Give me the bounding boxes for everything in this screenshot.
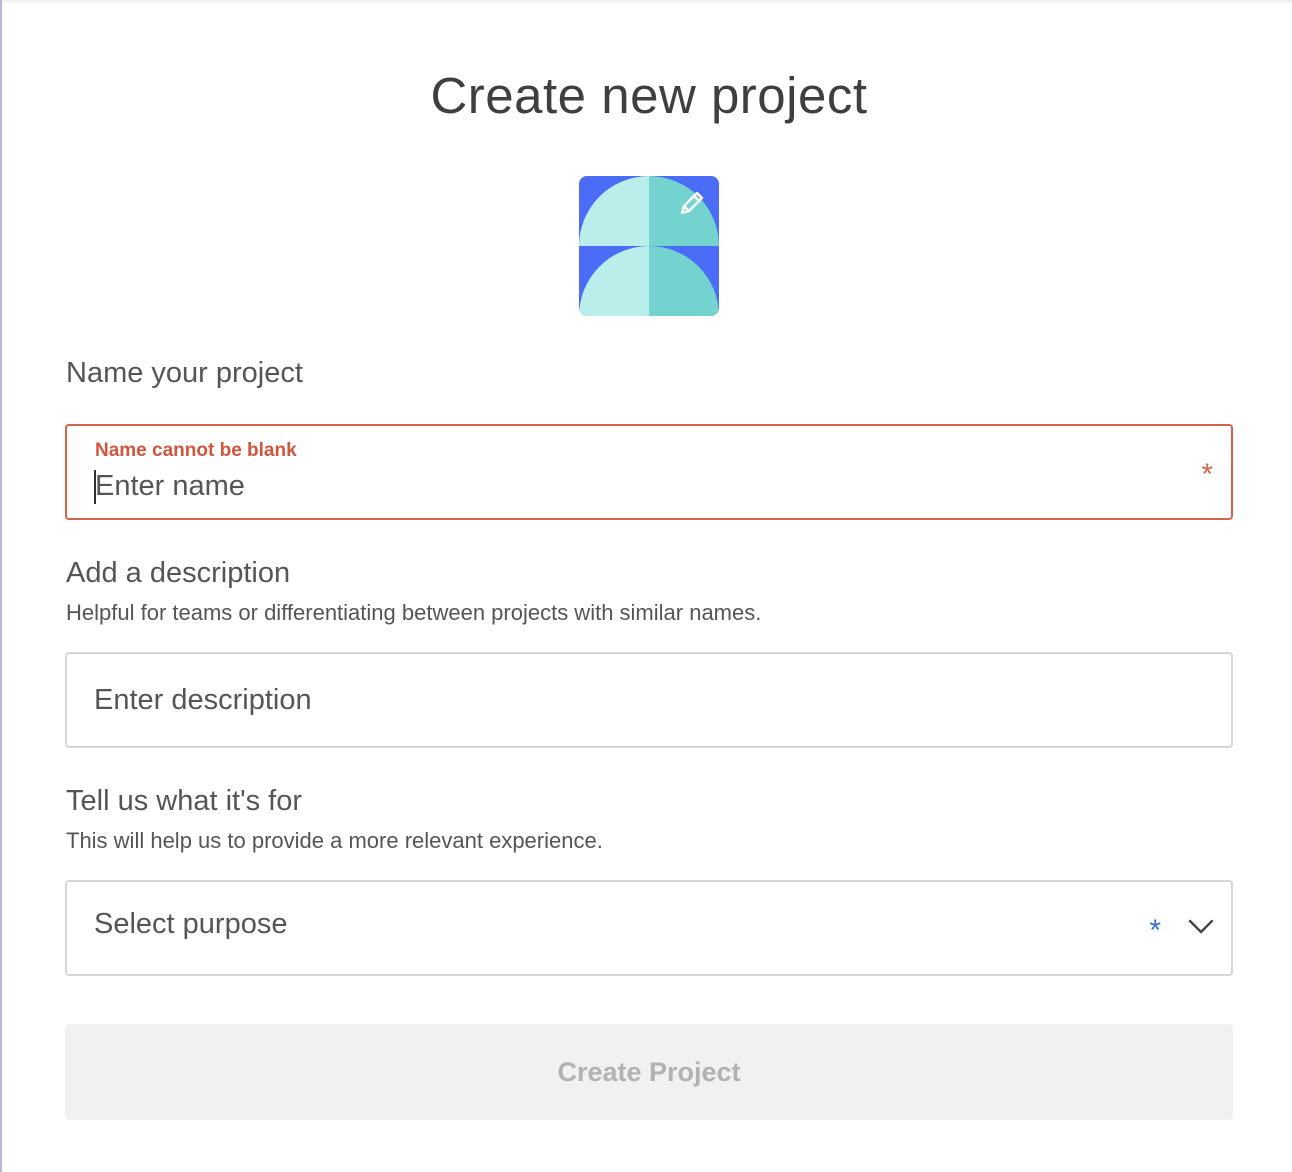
purpose-required-marker: * [1149,914,1161,947]
name-section-label: Name your project [66,357,303,389]
project-name-field[interactable]: Name cannot be blank * [65,424,1233,520]
project-avatar[interactable] [579,176,719,316]
page-title: Create new project [430,67,868,124]
pencil-icon[interactable] [675,186,709,220]
create-project-button[interactable]: Create Project [65,1024,1233,1120]
purpose-section-label: Tell us what it's for [66,785,303,817]
purpose-select[interactable]: Select purpose * [65,880,1233,976]
purpose-help-text: This will help us to provide a more rele… [66,828,603,853]
description-section-label: Add a description [66,557,291,589]
name-required-marker: * [1201,458,1213,491]
chevron-down-icon[interactable] [1187,916,1215,936]
create-project-page: Create new project Name your project Nam… [0,0,1292,1172]
description-field[interactable] [65,652,1233,748]
left-border [0,0,2,1172]
name-error-message: Name cannot be blank [95,440,297,461]
purpose-select-value: Select purpose [94,908,288,940]
top-divider [0,0,1292,4]
description-input[interactable] [94,684,1144,717]
project-name-input[interactable] [95,470,1145,503]
description-help-text: Helpful for teams or differentiating bet… [66,600,762,625]
